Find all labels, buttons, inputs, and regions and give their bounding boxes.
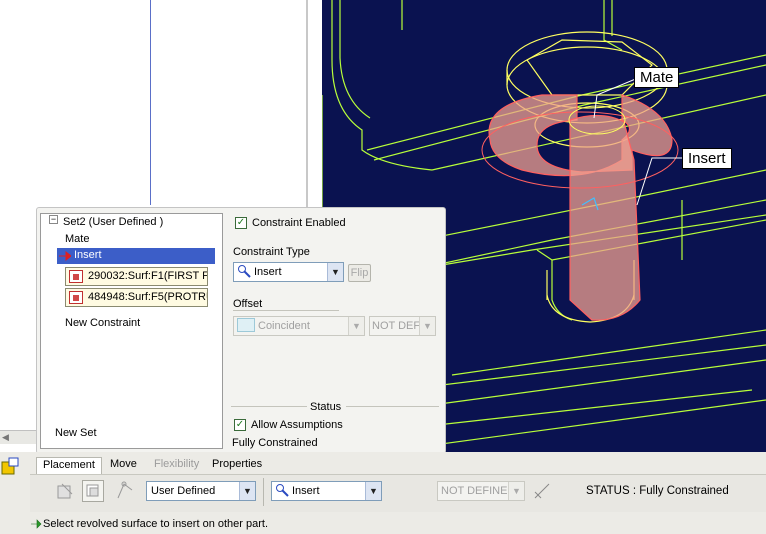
chevron-down-icon[interactable]: ▼ bbox=[419, 317, 435, 335]
status-title: Status bbox=[310, 401, 342, 413]
insert-icon bbox=[276, 484, 289, 497]
allow-assumptions-checkbox[interactable]: ✓ bbox=[234, 419, 246, 431]
dashboard-offset-value: NOT DEFINE bbox=[441, 485, 508, 497]
allow-assumptions-label: Allow Assumptions bbox=[251, 419, 343, 431]
status-separator-right bbox=[346, 406, 439, 407]
chevron-down-icon[interactable]: ▼ bbox=[327, 263, 343, 281]
coincident-icon bbox=[237, 318, 255, 332]
reference-item[interactable]: 484948:Surf:F5(PROTRU bbox=[65, 288, 208, 307]
dashboard-constraint-type-select[interactable]: Insert ▼ bbox=[271, 481, 382, 501]
chevron-down-icon[interactable]: ▼ bbox=[508, 482, 524, 500]
new-set-item[interactable]: New Set bbox=[55, 427, 97, 439]
prompt-arrow-icon bbox=[30, 518, 42, 530]
insert-callout[interactable]: Insert bbox=[682, 148, 732, 169]
constraint-item-label: Insert bbox=[74, 249, 102, 261]
reference-label: 290032:Surf:F1(FIRST F bbox=[88, 270, 208, 282]
dashboard-offset-select[interactable]: NOT DEFINE ▼ bbox=[437, 481, 525, 501]
tab-placement[interactable]: Placement bbox=[36, 457, 102, 474]
dashboard-separator bbox=[263, 478, 264, 506]
mate-callout[interactable]: Mate bbox=[634, 67, 680, 88]
prompt-message: Select revolved surface to insert on oth… bbox=[43, 518, 269, 530]
chevron-down-icon[interactable]: ▼ bbox=[348, 317, 364, 335]
reference-label: 484948:Surf:F5(PROTRU bbox=[88, 291, 208, 303]
surface-ref-icon bbox=[69, 270, 83, 283]
constraint-set-value: User Defined bbox=[151, 485, 216, 497]
scroll-left-icon[interactable]: ◀ bbox=[2, 432, 14, 443]
set-header[interactable]: Set2 (User Defined ) bbox=[63, 216, 163, 228]
constraint-type-value: Insert bbox=[254, 266, 282, 278]
dashboard-status: STATUS : Fully Constrained bbox=[586, 485, 729, 497]
new-constraint-item[interactable]: New Constraint bbox=[65, 317, 140, 329]
tab-properties[interactable]: Properties bbox=[206, 457, 268, 474]
constraint-enabled-label: Constraint Enabled bbox=[252, 217, 346, 229]
dashboard-constraint-type-value: Insert bbox=[292, 485, 320, 497]
reference-item[interactable]: 290032:Surf:F1(FIRST F bbox=[65, 267, 208, 286]
offset-type-value: Coincident bbox=[258, 320, 310, 332]
constraint-item-insert[interactable]: Insert bbox=[57, 248, 215, 264]
constraint-set-select[interactable]: User Defined ▼ bbox=[146, 481, 256, 501]
dashboard-icon[interactable] bbox=[0, 456, 20, 478]
arrow-icon bbox=[59, 250, 71, 262]
mechanism-connection-icon[interactable] bbox=[114, 480, 136, 502]
tab-move[interactable]: Move bbox=[104, 457, 143, 474]
offset-label: Offset bbox=[233, 298, 263, 310]
tab-flexibility[interactable]: Flexibility bbox=[148, 457, 205, 474]
offset-type-select[interactable]: Coincident ▼ bbox=[233, 316, 365, 336]
offset-reference-select[interactable]: NOT DEF ▼ bbox=[369, 316, 436, 336]
use-interface-icon[interactable] bbox=[54, 480, 76, 502]
status-separator-left bbox=[231, 406, 307, 407]
insert-icon bbox=[238, 265, 251, 278]
offset-reference-value: NOT DEF bbox=[372, 320, 421, 332]
flip-offset-icon[interactable] bbox=[531, 480, 553, 502]
constraint-item-mate[interactable]: Mate bbox=[65, 233, 89, 245]
tree-divider bbox=[150, 0, 151, 205]
collapse-icon[interactable]: − bbox=[49, 215, 58, 224]
flip-button[interactable]: Flip bbox=[348, 264, 371, 282]
offset-separator bbox=[233, 310, 339, 311]
constraint-type-select[interactable]: Insert ▼ bbox=[233, 262, 344, 282]
chevron-down-icon[interactable]: ▼ bbox=[239, 482, 255, 500]
chevron-down-icon[interactable]: ▼ bbox=[365, 482, 381, 500]
constraint-status-text: Fully Constrained bbox=[232, 437, 318, 449]
show-separate-window-icon[interactable] bbox=[82, 480, 104, 502]
constraint-enabled-checkbox[interactable]: ✓ bbox=[235, 217, 247, 229]
constraint-type-label: Constraint Type bbox=[233, 246, 310, 258]
surface-ref-icon bbox=[69, 291, 83, 304]
